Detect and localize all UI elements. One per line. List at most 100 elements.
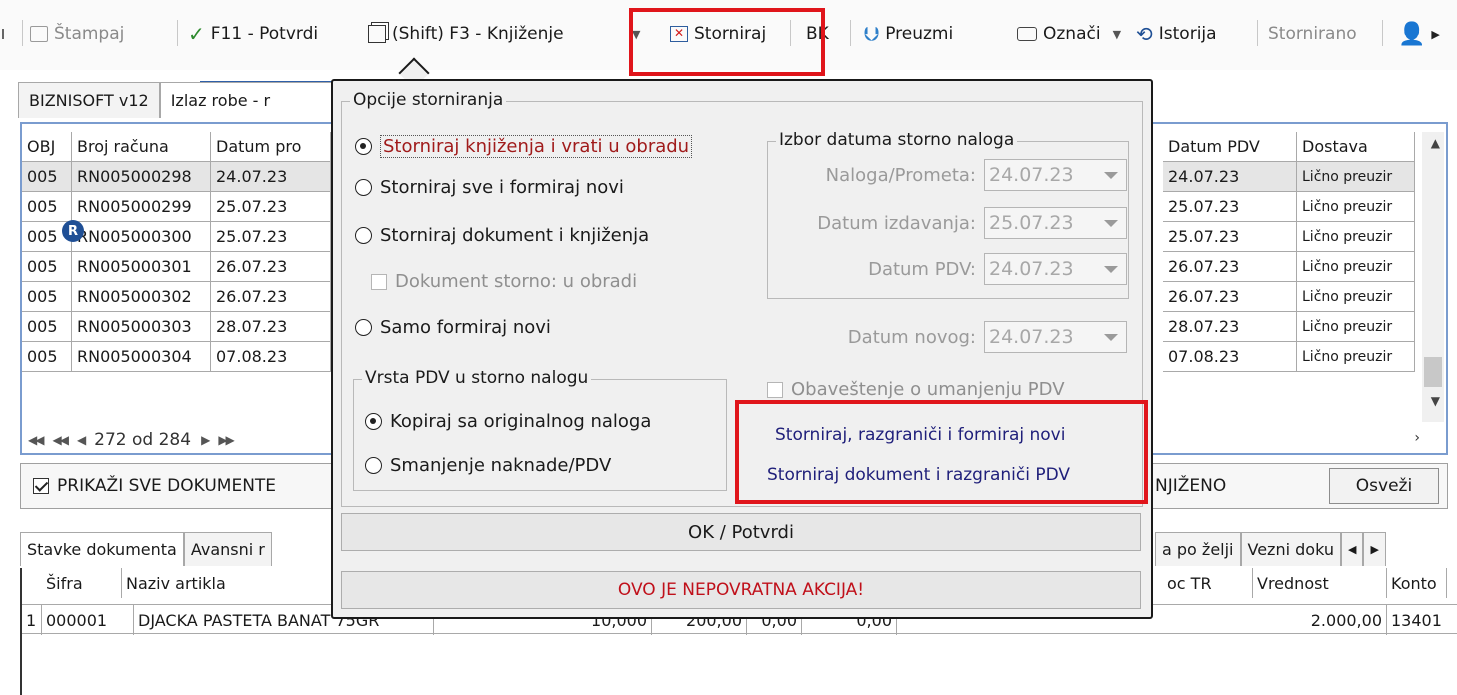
- column-header-dostava[interactable]: Dostava: [1297, 132, 1415, 162]
- first-page-icon[interactable]: ◀◀: [28, 433, 45, 447]
- scrollbar-thumb[interactable]: [1424, 357, 1442, 387]
- history-button[interactable]: ⟲ Istorija: [1136, 18, 1217, 50]
- cell-obj: 005: [22, 162, 72, 192]
- table-row-right[interactable]: 25.07.23 Lično preuzir: [1163, 192, 1415, 222]
- cell-broj: RN005000304: [72, 342, 211, 372]
- row-number: 1: [22, 605, 42, 635]
- obavestenje-checkbox[interactable]: Obaveštenje o umanjenju PDV: [767, 379, 1065, 400]
- overflow-arrow-icon: ▶: [1431, 27, 1440, 41]
- storno-options-title: Opcije storniranja: [350, 90, 507, 110]
- table-row[interactable]: 005 RN005000298 24.07.23: [22, 162, 331, 192]
- copy-documents-icon: [368, 25, 386, 43]
- table-row[interactable]: 005 RN005000301 26.07.23: [22, 252, 331, 282]
- table-row-right[interactable]: 24.07.23 Lično preuzir: [1163, 162, 1415, 192]
- table-row[interactable]: 005 RN005000302 26.07.23: [22, 282, 331, 312]
- prev-block-icon[interactable]: ◀◀: [52, 433, 69, 447]
- option-smanjenje-pdv[interactable]: Smanjenje naknade/PDV: [365, 455, 611, 476]
- date-izdavanja-combo[interactable]: 25.07.23: [984, 207, 1127, 239]
- table-row-right[interactable]: 28.07.23 Lično preuzir: [1163, 312, 1415, 342]
- table-row-right[interactable]: 26.07.23 Lično preuzir: [1163, 252, 1415, 282]
- column-header-oc-tr[interactable]: oc TR: [1163, 568, 1253, 598]
- document-tabs: BIZNISOFT v12 Izlaz robe - r: [18, 82, 374, 118]
- date-pdv-combo[interactable]: 24.07.23: [984, 253, 1127, 285]
- date-izdavanja-value: 25.07.23: [989, 212, 1074, 234]
- tab-avansni[interactable]: Avansni r: [183, 532, 272, 566]
- date-naloga-label: Naloga/Prometa:: [825, 164, 976, 186]
- table-row-right[interactable]: 07.08.23 Lično preuzir: [1163, 342, 1415, 372]
- option-kopiraj-pdv[interactable]: Kopiraj sa originalnog naloga: [365, 411, 651, 432]
- user-button[interactable]: 👤 ▶: [1398, 18, 1440, 50]
- table-row-right[interactable]: 25.07.23 Lično preuzir: [1163, 222, 1415, 252]
- prev-page-icon[interactable]: ◀: [77, 433, 86, 447]
- option-storniraj-knjizenja[interactable]: Storniraj knjiženja i vrati u obradu: [355, 135, 693, 158]
- option-samo-formiraj[interactable]: Samo formiraj novi: [355, 317, 551, 338]
- table-row[interactable]: 005 RN005000303 28.07.23: [22, 312, 331, 342]
- vertical-scrollbar[interactable]: [1422, 132, 1444, 422]
- table-row-right[interactable]: 26.07.23 Lično preuzir: [1163, 282, 1415, 312]
- tab-po-zelji[interactable]: a po želji: [1155, 532, 1241, 566]
- table-row[interactable]: 005 RN005000299 25.07.23: [22, 192, 331, 222]
- take-over-button[interactable]: ⮋ Preuzmi: [864, 18, 953, 50]
- column-header-obj[interactable]: OBJ: [22, 132, 72, 162]
- date-naloga-combo[interactable]: 24.07.23: [984, 159, 1127, 191]
- cell-datum: 26.07.23: [211, 282, 331, 312]
- scroll-up-icon[interactable]: ▲: [1431, 136, 1440, 150]
- next-page-icon[interactable]: ▶: [201, 433, 210, 447]
- dropdown-arrow-icon[interactable]: [2, 18, 8, 50]
- column-header-vrednost[interactable]: Vrednost: [1253, 568, 1387, 598]
- column-header-datum-pdv[interactable]: Datum PDV: [1163, 132, 1297, 162]
- next-block-icon[interactable]: ▶▶: [218, 433, 235, 447]
- cell-datum: 26.07.23: [211, 252, 331, 282]
- tab-stavke-dokumenta[interactable]: Stavke dokumenta: [20, 532, 184, 566]
- vrsta-pdv-title: Vrsta PDV u storno nalogu: [362, 368, 592, 388]
- item-code: 000001: [42, 605, 134, 635]
- posting-button[interactable]: (Shift) F3 - Knjiženje: [368, 18, 564, 50]
- datum-novog-label: Datum novog:: [847, 326, 976, 348]
- option-storniraj-sve[interactable]: Storniraj sve i formiraj novi: [355, 177, 624, 198]
- cell-dostava: Lično preuzir: [1297, 312, 1415, 342]
- mark-button[interactable]: Označi ▼: [1017, 18, 1121, 50]
- chevron-down-icon: [1104, 171, 1118, 179]
- scroll-right-icon[interactable]: ›: [1414, 430, 1420, 446]
- column-header-broj-racuna[interactable]: Broj računa: [72, 132, 211, 162]
- cell-obj: 005: [22, 342, 72, 372]
- confirm-button[interactable]: ✓ F11 - Potvrdi: [188, 18, 318, 50]
- table-row[interactable]: 005 RN005000304 07.08.23: [22, 342, 331, 372]
- refresh-button[interactable]: Osveži: [1329, 468, 1439, 504]
- cell-datum: 24.07.23: [211, 162, 331, 192]
- items-header-right: oc TR Vrednost Konto: [1163, 568, 1447, 602]
- cell-pdv: 26.07.23: [1163, 282, 1297, 312]
- show-all-documents-checkbox[interactable]: PRIKAŽI SVE DOKUMENTE: [33, 476, 276, 496]
- checkmark-icon: ✓: [188, 22, 205, 46]
- datum-novog-combo[interactable]: 24.07.23: [984, 321, 1127, 353]
- tab-biznisoft[interactable]: BIZNISOFT v12: [18, 82, 160, 118]
- grid-header-right: Datum PDV Dostava: [1163, 132, 1415, 162]
- option-label: Samo formiraj novi: [380, 317, 551, 338]
- cell-pdv: 26.07.23: [1163, 252, 1297, 282]
- radio-checked-icon: [355, 138, 372, 155]
- cell-obj: 005: [22, 192, 72, 222]
- cancelled-button[interactable]: Stornirano: [1268, 18, 1357, 50]
- option-label: Storniraj dokument i knjiženja: [380, 225, 650, 246]
- date-naloga-row: Naloga/Prometa: 24.07.23: [826, 159, 1127, 191]
- tab-scroll-left-icon[interactable]: ◀: [1340, 532, 1364, 566]
- radio-icon: [365, 457, 382, 474]
- tab-scroll-right-icon[interactable]: ▶: [1363, 532, 1386, 566]
- option-storniraj-dokument[interactable]: Storniraj dokument i knjiženja: [355, 225, 649, 246]
- ok-confirm-button[interactable]: OK / Potvrdi: [341, 513, 1141, 551]
- bottom-tabs-right: a po želji Vezni doku ◀ ▶: [1155, 532, 1386, 566]
- storno-highlight-box: [629, 8, 825, 76]
- checkbox-icon: [371, 273, 387, 290]
- column-header-sifra[interactable]: Šifra: [42, 568, 122, 598]
- mark-dropdown-icon[interactable]: ▼: [1113, 28, 1121, 41]
- column-header-konto[interactable]: Konto: [1387, 568, 1447, 598]
- radio-icon: [355, 227, 372, 244]
- print-button[interactable]: Štampaj: [30, 18, 124, 50]
- dokument-storno-checkbox[interactable]: Dokument storno: u obradi: [371, 271, 637, 292]
- column-header-datum[interactable]: Datum pro: [211, 132, 331, 162]
- tab-vezni-dokumenti[interactable]: Vezni doku: [1240, 532, 1341, 566]
- scroll-down-icon[interactable]: ▼: [1431, 394, 1440, 408]
- cancelled-label: Stornirano: [1268, 24, 1357, 44]
- cell-dostava: Lično preuzir: [1297, 342, 1415, 372]
- print-icon: [30, 26, 48, 42]
